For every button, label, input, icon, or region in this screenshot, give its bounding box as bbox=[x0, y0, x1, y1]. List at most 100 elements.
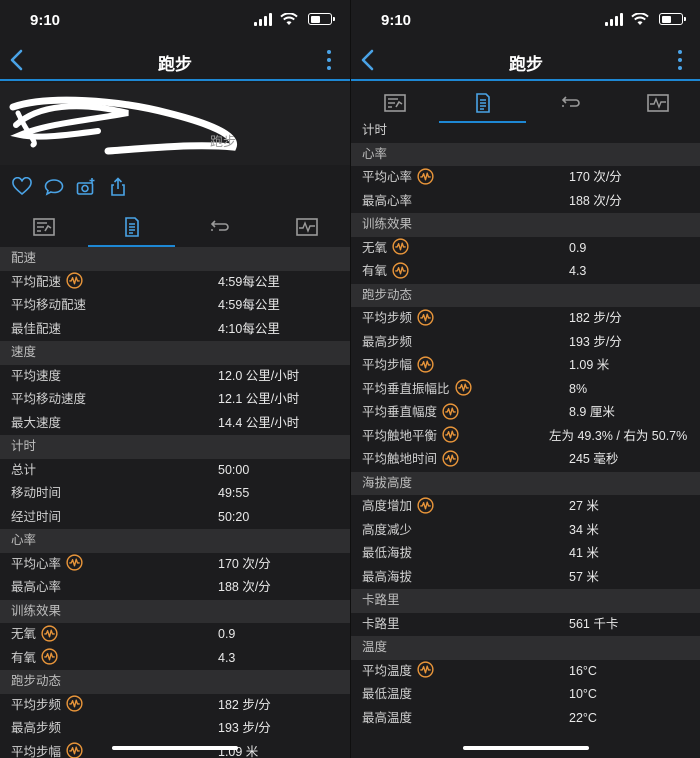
stat-row: 平均垂直振幅比 8% bbox=[351, 378, 700, 402]
stat-row: 总计 50:00 bbox=[0, 459, 350, 483]
more-options-icon[interactable] bbox=[677, 50, 683, 72]
stat-label-text: 移动时间 bbox=[11, 486, 62, 500]
tab-graphs[interactable] bbox=[614, 83, 700, 123]
stat-label: 平均垂直幅度 bbox=[362, 401, 459, 425]
stat-label-text: 最大速度 bbox=[11, 415, 62, 430]
heart-rate-zone-icon[interactable] bbox=[417, 497, 434, 514]
stat-label-text: 平均配速 bbox=[11, 274, 62, 289]
tab-summary[interactable] bbox=[351, 83, 439, 123]
stat-label: 最高步频 bbox=[11, 717, 61, 741]
section-header: 跑步动态 bbox=[351, 283, 700, 307]
chart-summary-icon bbox=[33, 218, 55, 236]
stat-value: 16°C bbox=[569, 663, 597, 678]
stat-label-text: 最低海拔 bbox=[362, 546, 413, 560]
heart-rate-zone-icon[interactable] bbox=[442, 426, 459, 443]
tab-graphs[interactable] bbox=[263, 207, 351, 247]
activity-type-label: 跑步 bbox=[210, 134, 237, 149]
heart-rate-zone-icon[interactable] bbox=[66, 742, 83, 758]
stat-label: 平均心率 bbox=[11, 553, 83, 577]
heart-rate-zone-icon[interactable] bbox=[442, 403, 459, 420]
stat-value: 245 毫秒 bbox=[569, 452, 619, 466]
heart-rate-zone-icon[interactable] bbox=[66, 695, 83, 712]
stat-row: 卡路里 561 千卡 bbox=[351, 613, 700, 637]
stat-row: 最高温度 22°C bbox=[351, 707, 700, 731]
stat-row: 平均步频 182 步/分 bbox=[0, 694, 350, 718]
comment-icon[interactable] bbox=[44, 177, 64, 197]
section-header: 心率 bbox=[351, 142, 700, 166]
stat-label-text: 平均垂直幅度 bbox=[362, 405, 438, 419]
heart-rate-zone-icon[interactable] bbox=[392, 238, 409, 255]
stat-value: 182 步/分 bbox=[569, 311, 622, 325]
stat-row: 最高海拔 57 米 bbox=[351, 566, 700, 590]
heart-rate-zone-icon[interactable] bbox=[41, 648, 58, 665]
section-header: 卡路里 bbox=[351, 589, 700, 613]
stat-label-text: 有氧 bbox=[362, 264, 388, 278]
stat-label: 高度增加 bbox=[362, 495, 434, 519]
stat-row: 最低温度 10°C bbox=[351, 683, 700, 707]
stat-row: 平均配速 4:59每公里 bbox=[0, 271, 350, 295]
more-options-icon[interactable] bbox=[326, 50, 332, 72]
section-header: 计时 bbox=[0, 435, 350, 459]
stat-row: 平均垂直幅度 8.9 厘米 bbox=[351, 401, 700, 425]
stat-row: 平均心率 170 次/分 bbox=[0, 553, 350, 577]
heart-rate-zone-icon[interactable] bbox=[417, 356, 434, 373]
heart-icon[interactable] bbox=[12, 177, 32, 197]
heart-rate-zone-icon[interactable] bbox=[41, 625, 58, 642]
home-indicator bbox=[112, 746, 238, 750]
stat-value: 27 米 bbox=[569, 499, 599, 513]
stat-row: 平均速度 12.0 公里/小时 bbox=[0, 365, 350, 389]
stat-row: 平均触地平衡 左为 49.3% / 右为 50.7% bbox=[351, 425, 700, 449]
stat-row: 最高步频 193 步/分 bbox=[351, 331, 700, 355]
section-header: 训练效果 bbox=[0, 599, 350, 623]
heart-rate-zone-icon[interactable] bbox=[417, 661, 434, 678]
heart-rate-zone-icon[interactable] bbox=[66, 554, 83, 571]
stat-value: 4:59每公里 bbox=[218, 298, 280, 312]
stat-label: 平均速度 bbox=[11, 365, 61, 389]
stat-row: 最佳配速 4:10每公里 bbox=[0, 318, 350, 342]
laps-loop-icon bbox=[561, 96, 580, 107]
stat-value: 170 次/分 bbox=[569, 170, 622, 184]
stat-label: 最低温度 bbox=[362, 683, 412, 707]
stat-row: 平均移动速度 12.1 公里/小时 bbox=[0, 388, 350, 412]
stat-label-text: 经过时间 bbox=[11, 509, 62, 524]
status-time: 9:10 bbox=[381, 12, 412, 29]
tab-laps[interactable] bbox=[526, 83, 614, 123]
page-title: 跑步 bbox=[509, 55, 543, 74]
stat-value: 57 米 bbox=[569, 569, 599, 584]
section-header: 速度 bbox=[0, 341, 350, 365]
heart-rate-zone-icon[interactable] bbox=[417, 168, 434, 185]
stat-row: 最高心率 188 次/分 bbox=[351, 190, 700, 214]
document-list-icon bbox=[124, 217, 139, 237]
stat-label-text: 平均触地平衡 bbox=[362, 428, 438, 443]
stat-value: 50:00 bbox=[218, 462, 250, 477]
redacted-name-scribble bbox=[9, 96, 237, 155]
signal-icon bbox=[605, 13, 623, 26]
stat-label-text: 最低温度 bbox=[362, 687, 413, 701]
share-icon[interactable] bbox=[108, 177, 128, 197]
stat-label: 无氧 bbox=[362, 237, 409, 261]
stat-label: 卡路里 bbox=[362, 613, 400, 637]
stat-value: 170 次/分 bbox=[218, 556, 271, 571]
stat-label: 平均配速 bbox=[11, 271, 83, 295]
heart-rate-zone-icon[interactable] bbox=[392, 262, 409, 279]
stat-label: 平均触地时间 bbox=[362, 448, 459, 472]
stat-label: 移动时间 bbox=[11, 482, 61, 506]
tab-summary[interactable] bbox=[0, 207, 88, 247]
heart-rate-zone-icon[interactable] bbox=[454, 379, 472, 396]
stat-label: 平均垂直振幅比 bbox=[362, 378, 472, 402]
stat-label-text: 最高海拔 bbox=[362, 569, 413, 584]
stat-value: 193 步/分 bbox=[218, 721, 271, 735]
tab-details[interactable] bbox=[438, 83, 526, 123]
heart-rate-zone-icon[interactable] bbox=[417, 309, 434, 326]
tab-details[interactable] bbox=[87, 207, 175, 247]
heart-rate-zone-icon[interactable] bbox=[442, 450, 459, 467]
stat-label-text: 最高心率 bbox=[11, 580, 62, 594]
stat-label: 平均触地平衡 bbox=[362, 425, 459, 449]
stat-label-text: 平均移动配速 bbox=[11, 298, 87, 312]
camera-add-icon[interactable] bbox=[76, 177, 96, 197]
tab-laps[interactable] bbox=[175, 207, 263, 247]
stat-label: 总计 bbox=[11, 459, 36, 483]
heart-rate-zone-icon[interactable] bbox=[66, 272, 83, 289]
nav-bar: 跑步 bbox=[351, 40, 700, 81]
wifi-icon bbox=[280, 13, 298, 25]
